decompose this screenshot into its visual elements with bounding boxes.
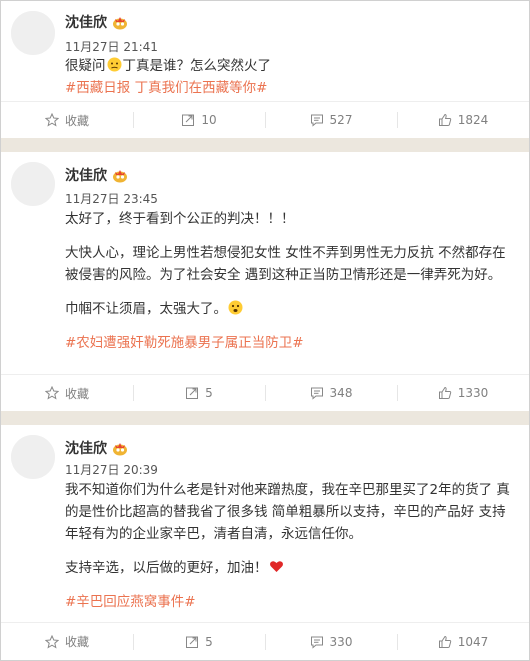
post-action-bar: 收藏 10 527 1824 (1, 101, 529, 138)
repost-button[interactable]: 10 (133, 111, 265, 129)
like-button[interactable]: 1330 (397, 384, 529, 402)
post-card: 沈佳欣 11月27日 21:41 很疑问 丁真是谁？怎么突然火了 #西藏日报 丁真… (1, 1, 529, 101)
repost-count: 5 (205, 634, 213, 649)
star-icon (44, 386, 59, 400)
author-name[interactable]: 沈佳欣 (65, 439, 128, 459)
comment-count: 348 (329, 386, 353, 400)
thumbs-up-icon (438, 386, 451, 399)
vip-badge-icon (112, 169, 128, 183)
post-line: 支持辛选，以后做的更好，加油！ (65, 560, 268, 576)
comment-icon (310, 114, 323, 127)
strong-emoji-icon (228, 300, 243, 315)
post-text: 很疑问 丁真是谁？怎么突然火了 #西藏日报 丁真我们在西藏等你# (65, 55, 515, 99)
author-name-label[interactable]: 沈佳欣 (65, 439, 107, 459)
weibo-feed: 沈佳欣 11月27日 21:41 很疑问 丁真是谁？怎么突然火了 #西藏日报 丁真… (0, 0, 530, 661)
thumbs-up-icon (438, 113, 451, 126)
doubt-emoji-icon (107, 57, 122, 72)
post-text-after: 丁真是谁？怎么突然火了 (122, 58, 272, 74)
repost-count: 10 (201, 113, 217, 127)
repost-icon (182, 114, 195, 126)
star-icon (44, 634, 59, 649)
post-card: 沈佳欣 11月27日 23:45 太好了，终于看到个公正的判决！！！ 大快人心，… (1, 152, 529, 374)
post-text: 太好了，终于看到个公正的判决！！！ 大快人心，理论上男性若想侵犯女性 女性不弄到… (65, 208, 515, 354)
repost-button[interactable]: 5 (133, 633, 265, 651)
post-time[interactable]: 11月27日 20:39 (65, 462, 158, 478)
post-line: 太好了，终于看到个公正的判决！！！ (65, 211, 295, 227)
comment-count: 527 (329, 113, 353, 127)
vip-badge-icon (112, 442, 128, 456)
like-count: 1047 (457, 634, 489, 649)
author-name-label[interactable]: 沈佳欣 (65, 166, 107, 186)
favorite-label: 收藏 (64, 113, 89, 128)
like-count: 1330 (457, 386, 489, 400)
post-line: 大快人心，理论上男性若想侵犯女性 女性不弄到男性无力反抗 不然都存在被侵害的风险… (65, 245, 506, 283)
post-text: 我不知道你们为什么老是针对他来蹭热度，我在辛巴那里买了2年的货了 真的是性价比超… (65, 479, 515, 613)
heart-icon (269, 559, 284, 574)
post-action-bar: 收藏 5 330 1047 (1, 622, 529, 660)
post-time[interactable]: 11月27日 23:45 (65, 191, 158, 207)
topic-tag[interactable]: #农妇遭强奸勒死施暴男子属正当防卫# (65, 335, 304, 351)
repost-button[interactable]: 5 (133, 384, 265, 402)
favorite-button[interactable]: 收藏 (1, 384, 133, 402)
vip-badge-icon (112, 16, 128, 30)
comment-icon (310, 636, 323, 649)
like-button[interactable]: 1047 (397, 633, 529, 651)
thumbs-up-icon (438, 635, 451, 648)
favorite-label: 收藏 (64, 386, 89, 401)
post-card: 沈佳欣 11月27日 20:39 我不知道你们为什么老是针对他来蹭热度，我在辛巴… (1, 425, 529, 622)
topic-tag[interactable]: #西藏日报 丁真我们在西藏等你# (65, 80, 267, 96)
like-count: 1824 (457, 113, 489, 127)
card-divider (1, 138, 529, 152)
repost-icon (186, 636, 199, 648)
comment-button[interactable]: 527 (265, 111, 397, 129)
comment-button[interactable]: 330 (265, 633, 397, 651)
star-icon (44, 113, 59, 127)
avatar[interactable] (11, 162, 55, 206)
author-name[interactable]: 沈佳欣 (65, 13, 128, 33)
post-time[interactable]: 11月27日 21:41 (65, 39, 158, 55)
repost-icon (186, 387, 199, 399)
favorite-button[interactable]: 收藏 (1, 111, 133, 129)
author-name-label[interactable]: 沈佳欣 (65, 13, 107, 33)
post-line: 我不知道你们为什么老是针对他来蹭热度，我在辛巴那里买了2年的货了 真的是性价比超… (65, 482, 510, 542)
repost-count: 5 (205, 386, 213, 400)
favorite-label: 收藏 (64, 635, 89, 649)
topic-tag[interactable]: #辛巴回应燕窝事件# (65, 594, 196, 610)
like-button[interactable]: 1824 (397, 111, 529, 129)
favorite-button[interactable]: 收藏 (1, 633, 133, 651)
post-text-before: 很疑问 (65, 58, 106, 74)
post-action-bar: 收藏 5 348 1330 (1, 374, 529, 411)
comment-count: 330 (329, 634, 353, 649)
avatar[interactable] (11, 11, 55, 55)
avatar[interactable] (11, 435, 55, 479)
post-line: 巾帼不让须眉，太强大了。 (65, 301, 227, 317)
comment-icon (310, 387, 323, 400)
author-name[interactable]: 沈佳欣 (65, 166, 128, 186)
comment-button[interactable]: 348 (265, 384, 397, 402)
card-divider (1, 411, 529, 425)
